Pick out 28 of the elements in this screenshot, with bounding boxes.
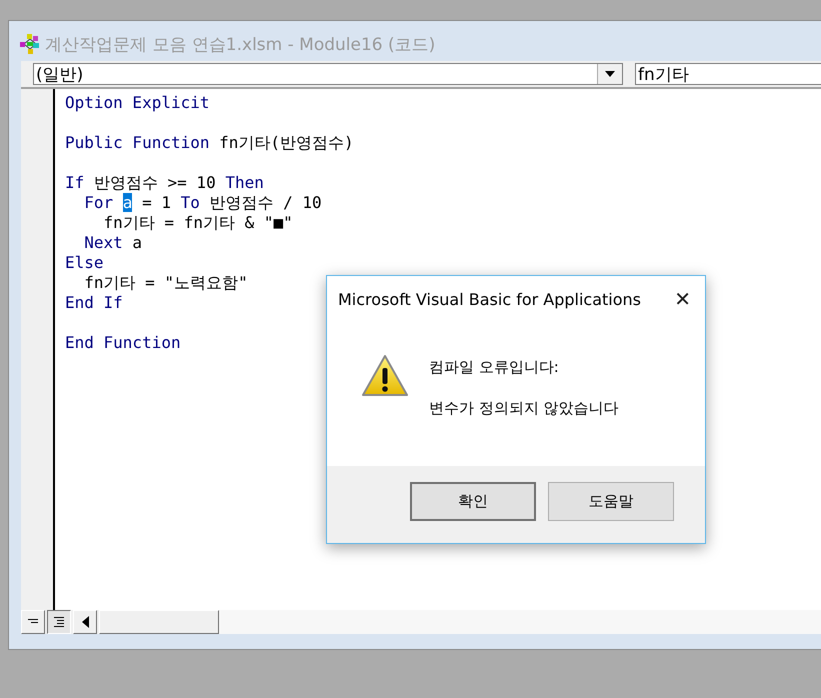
module-view-icon — [54, 617, 64, 627]
procedure-view-icon — [28, 619, 38, 625]
code-line: If 반영점수 >= 10 Then — [65, 173, 265, 193]
code-line: fn기타 = "노력요함" — [83, 273, 249, 293]
code-line: For a = 1 To 반영점수 / 10 — [83, 193, 323, 213]
left-arrow-icon — [82, 616, 88, 628]
scroll-left-button[interactable] — [73, 610, 97, 634]
close-button[interactable]: ✕ — [674, 289, 691, 309]
warning-icon — [361, 354, 409, 398]
code-line: Option Explicit — [65, 93, 210, 113]
code-line: Else — [65, 253, 105, 273]
full-module-view-button[interactable] — [47, 610, 71, 634]
modules-icon — [19, 33, 41, 55]
window-title: 계산작업문제 모음 연습1.xlsm - Module16 (코드) — [45, 34, 436, 56]
dropdown-arrow-icon — [605, 71, 615, 77]
code-line: fn기타 = fn기타 & "■" — [102, 213, 294, 233]
error-heading: 컴파일 오류입니다: — [429, 358, 560, 377]
procedure-dropdown[interactable]: fn기타 — [635, 63, 821, 85]
help-button[interactable]: 도움말 — [548, 482, 674, 521]
ok-button[interactable]: 확인 — [410, 482, 536, 521]
code-line: End Function — [65, 333, 182, 353]
code-line: Next a — [83, 233, 144, 253]
code-line: Public Function fn기타(반영점수) — [65, 133, 354, 153]
procedure-view-button[interactable] — [21, 610, 45, 634]
scrollbar-thumb[interactable] — [99, 610, 219, 634]
object-dropdown[interactable]: (일반) — [33, 63, 623, 85]
error-message: 변수가 정의되지 않았습니다 — [429, 399, 619, 418]
dialog-title: Microsoft Visual Basic for Applications — [338, 290, 642, 308]
